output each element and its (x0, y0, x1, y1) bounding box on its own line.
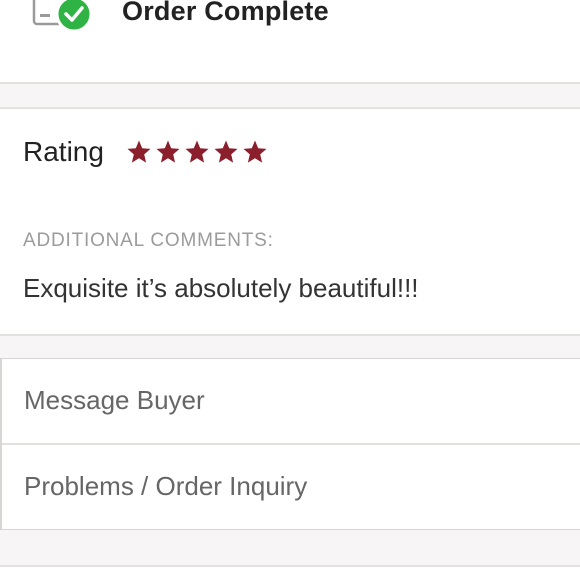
review-card: Rating ADDITIONAL COMMENTS: Exquisite it… (0, 107, 580, 336)
message-buyer-label: Message Buyer (24, 385, 205, 415)
message-buyer-button[interactable]: Message Buyer (2, 359, 580, 445)
order-actions-list: Message Buyer Problems / Order Inquiry (0, 358, 580, 530)
order-inquiry-label: Problems / Order Inquiry (24, 471, 308, 501)
order-complete-check-icon (30, 0, 98, 40)
order-status-title: Order Complete (122, 0, 329, 26)
star-icon (214, 140, 238, 163)
order-detail-page: Order Complete Rating ADDITIONAL COMMENT… (0, 0, 580, 580)
order-inquiry-button[interactable]: Problems / Order Inquiry (2, 445, 580, 529)
star-rating (126, 139, 268, 165)
star-icon (127, 140, 151, 163)
comments-heading: ADDITIONAL COMMENTS: (23, 230, 274, 251)
star-icon (156, 140, 180, 163)
star-icon (243, 140, 267, 163)
comments-text: Exquisite it’s absolutely beautiful!!! (23, 273, 419, 303)
next-section-card (0, 565, 580, 580)
star-icon (185, 140, 209, 163)
rating-label: Rating (23, 136, 104, 167)
order-status-header: Order Complete (0, 0, 580, 84)
